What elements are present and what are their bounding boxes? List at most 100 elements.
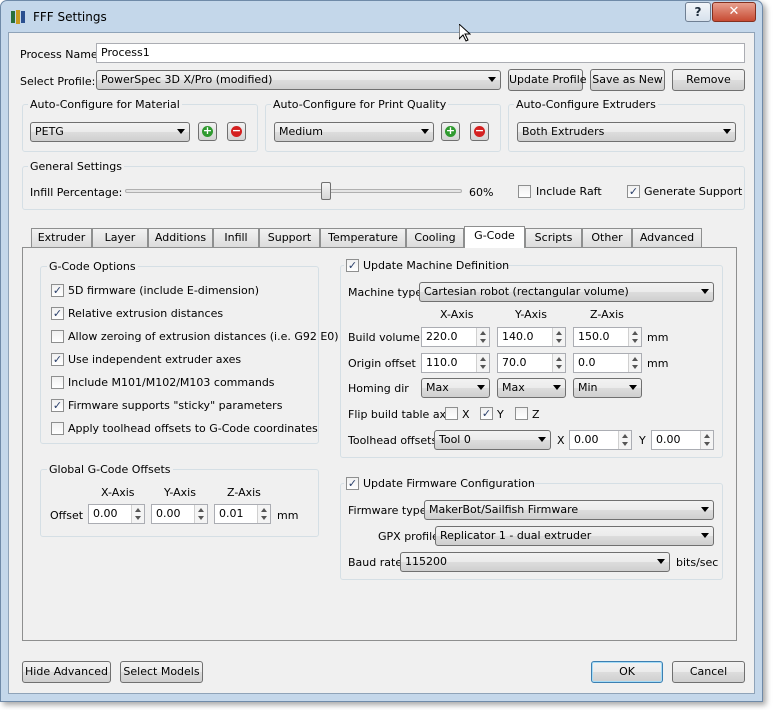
spinner-arrows-icon[interactable] <box>257 505 270 523</box>
include-raft-checkbox[interactable] <box>518 185 531 198</box>
build-z-input[interactable]: 150.0 <box>573 327 642 347</box>
update-machine-checkbox[interactable]: ✓ <box>346 259 359 272</box>
help-button[interactable]: ? <box>685 2 711 22</box>
tab-other[interactable]: Other <box>582 228 632 247</box>
origin-z-input[interactable]: 0.0 <box>573 353 642 373</box>
global-offset-x-value: 0.00 <box>93 507 118 520</box>
toolhead-offsets-label: Toolhead offsets <box>348 434 438 447</box>
spinner-arrows-icon[interactable] <box>552 328 565 346</box>
opt-sticky-params-label: Firmware supports "sticky" parameters <box>68 399 283 412</box>
tab-additions[interactable]: Additions <box>148 228 213 247</box>
homing-x-select[interactable]: Max <box>421 378 490 398</box>
firmware-type-select[interactable]: MakerBot/Sailfish Firmware <box>424 500 714 520</box>
hide-advanced-button[interactable]: Hide Advanced <box>22 661 111 683</box>
homing-y-select[interactable]: Max <box>497 378 566 398</box>
cancel-button[interactable]: Cancel <box>672 661 745 683</box>
global-y-header: Y-Axis <box>164 486 196 499</box>
spinner-arrows-icon[interactable] <box>618 431 631 449</box>
close-button[interactable]: ✕ <box>712 2 756 22</box>
infill-slider-handle[interactable] <box>321 182 331 200</box>
extruders-select-value: Both Extruders <box>522 125 605 138</box>
select-models-button[interactable]: Select Models <box>120 661 203 683</box>
remove-material-button[interactable]: − <box>227 122 246 141</box>
flip-z-checkbox[interactable] <box>515 407 528 420</box>
profile-select[interactable]: PowerSpec 3D X/Pro (modified) <box>96 70 501 90</box>
machine-type-label: Machine type <box>348 286 423 299</box>
opt-relative-extrusion-checkbox[interactable]: ✓ <box>51 307 64 320</box>
flip-x-label: X <box>462 408 470 421</box>
chevron-down-icon <box>629 385 637 390</box>
spinner-arrows-icon[interactable] <box>476 354 489 372</box>
auto-material-title: Auto-Configure for Material <box>28 98 182 111</box>
spinner-arrows-icon[interactable] <box>628 328 641 346</box>
tab-gcode[interactable]: G-Code <box>464 226 525 248</box>
remove-profile-button[interactable]: Remove <box>672 69 745 91</box>
opt-sticky-params-checkbox[interactable]: ✓ <box>51 399 64 412</box>
global-offsets-title: Global G-Code Offsets <box>47 463 173 476</box>
toolhead-select-value: Tool 0 <box>439 433 471 446</box>
process-name-label: Process Name: <box>20 48 102 61</box>
build-y-input[interactable]: 140.0 <box>497 327 566 347</box>
build-x-input[interactable]: 220.0 <box>421 327 490 347</box>
origin-x-input[interactable]: 110.0 <box>421 353 490 373</box>
tab-extruder[interactable]: Extruder <box>31 228 92 247</box>
origin-y-input[interactable]: 70.0 <box>497 353 566 373</box>
global-z-header: Z-Axis <box>227 486 261 499</box>
generate-support-checkbox[interactable]: ✓ <box>627 185 640 198</box>
chevron-down-icon <box>701 289 709 294</box>
opt-allow-zeroing-checkbox[interactable] <box>51 330 64 343</box>
spinner-arrows-icon[interactable] <box>194 505 207 523</box>
update-profile-button[interactable]: Update Profile <box>508 69 587 91</box>
tab-scripts[interactable]: Scripts <box>525 228 582 247</box>
add-material-button[interactable]: + <box>198 122 217 141</box>
origin-x-value: 110.0 <box>426 356 458 369</box>
tab-cooling[interactable]: Cooling <box>406 228 464 247</box>
global-offset-y-input[interactable]: 0.00 <box>151 504 208 524</box>
ok-button[interactable]: OK <box>591 661 663 683</box>
save-as-new-button[interactable]: Save as New <box>590 69 665 91</box>
flip-x-checkbox[interactable] <box>445 407 458 420</box>
profile-select-value: PowerSpec 3D X/Pro (modified) <box>101 73 273 86</box>
title-bar[interactable]: FFF Settings ? ✕ <box>1 1 762 33</box>
tab-layer[interactable]: Layer <box>92 228 148 247</box>
spinner-arrows-icon[interactable] <box>552 354 565 372</box>
spinner-arrows-icon[interactable] <box>476 328 489 346</box>
update-firmware-checkbox[interactable]: ✓ <box>346 477 359 490</box>
toolhead-y-value: 0.00 <box>656 433 681 446</box>
toolhead-x-label: X <box>557 434 565 447</box>
quality-select[interactable]: Medium <box>274 122 434 142</box>
flip-y-checkbox[interactable]: ✓ <box>480 407 493 420</box>
remove-quality-button[interactable]: − <box>470 122 489 141</box>
material-select[interactable]: PETG <box>30 122 190 142</box>
build-z-value: 150.0 <box>578 330 610 343</box>
toolhead-select[interactable]: Tool 0 <box>434 430 551 450</box>
opt-toolhead-offsets-checkbox[interactable] <box>51 422 64 435</box>
opt-independent-axes-checkbox[interactable]: ✓ <box>51 353 64 366</box>
tab-infill[interactable]: Infill <box>213 228 259 247</box>
add-quality-button[interactable]: + <box>441 122 460 141</box>
extruders-select[interactable]: Both Extruders <box>517 122 736 142</box>
gpx-profile-select[interactable]: Replicator 1 - dual extruder <box>435 526 714 546</box>
machine-type-select[interactable]: Cartesian robot (rectangular volume) <box>419 282 714 302</box>
chevron-down-icon <box>701 507 709 512</box>
global-offset-z-input[interactable]: 0.01 <box>214 504 271 524</box>
opt-5d-firmware-checkbox[interactable]: ✓ <box>51 284 64 297</box>
spinner-arrows-icon[interactable] <box>131 505 144 523</box>
tab-advanced[interactable]: Advanced <box>632 228 702 247</box>
global-offset-x-input[interactable]: 0.00 <box>88 504 145 524</box>
spinner-arrows-icon[interactable] <box>700 431 713 449</box>
homing-z-select[interactable]: Min <box>573 378 642 398</box>
baud-rate-select[interactable]: 115200 <box>400 552 670 572</box>
tab-temperature[interactable]: Temperature <box>320 228 406 247</box>
process-name-input[interactable]: Process1 <box>96 43 745 63</box>
infill-value: 60% <box>469 186 494 199</box>
chevron-down-icon <box>177 129 185 134</box>
tab-support[interactable]: Support <box>259 228 320 247</box>
infill-slider-track[interactable] <box>125 189 462 193</box>
opt-m101-commands-checkbox[interactable] <box>51 376 64 389</box>
chevron-down-icon <box>538 437 546 442</box>
toolhead-x-input[interactable]: 0.00 <box>569 430 632 450</box>
opt-toolhead-offsets-label: Apply toolhead offsets to G-Code coordin… <box>68 422 318 435</box>
spinner-arrows-icon[interactable] <box>628 354 641 372</box>
toolhead-y-input[interactable]: 0.00 <box>651 430 714 450</box>
